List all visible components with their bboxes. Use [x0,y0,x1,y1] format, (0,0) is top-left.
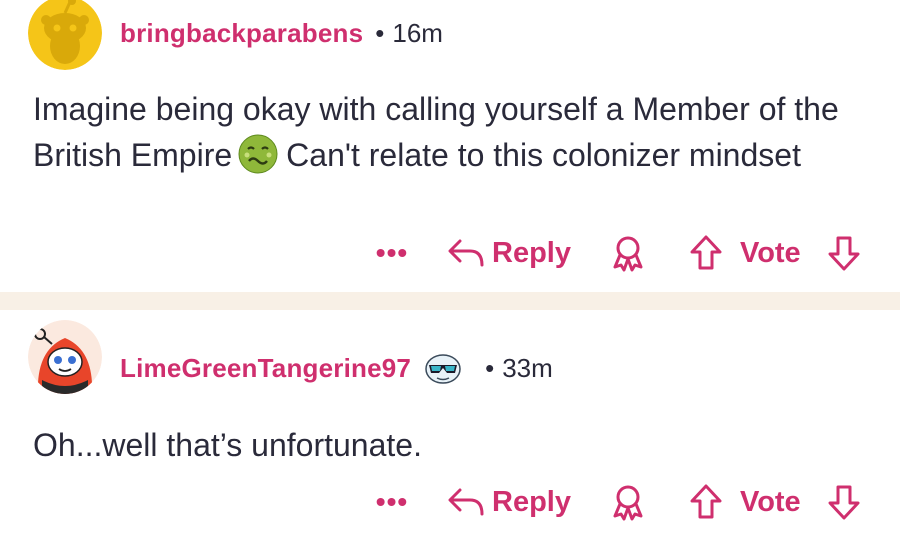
award-icon [613,485,643,521]
user-avatar[interactable] [28,320,102,394]
award-button[interactable] [608,480,648,524]
comment-body: Oh...well that’s unfortunate. [33,422,863,468]
comment-2: LimeGreenTangerine97 • 33m Oh...well tha… [0,0,900,540]
timestamp: 33m [502,352,553,383]
upvote-arrow-icon [690,484,722,519]
comment-meta: LimeGreenTangerine97 • 33m [120,348,553,388]
comment-text: Oh...well that’s unfortunate. [33,427,422,463]
sunglasses-snoo-icon [425,354,461,384]
vote-label: Vote [740,485,801,518]
downvote-arrow-icon [828,485,860,520]
username[interactable]: LimeGreenTangerine97 [120,353,411,384]
snoo-avatar-icon [28,320,102,394]
upvote-button[interactable] [688,480,724,524]
more-options-button[interactable]: ••• [372,480,412,524]
reply-button[interactable]: Reply [446,480,571,524]
reply-label: Reply [492,485,571,518]
comment-actions: ••• Reply Vote [0,480,900,524]
reply-arrow-icon [448,488,484,516]
meta-separator: • [485,352,495,383]
downvote-button[interactable] [826,480,862,524]
